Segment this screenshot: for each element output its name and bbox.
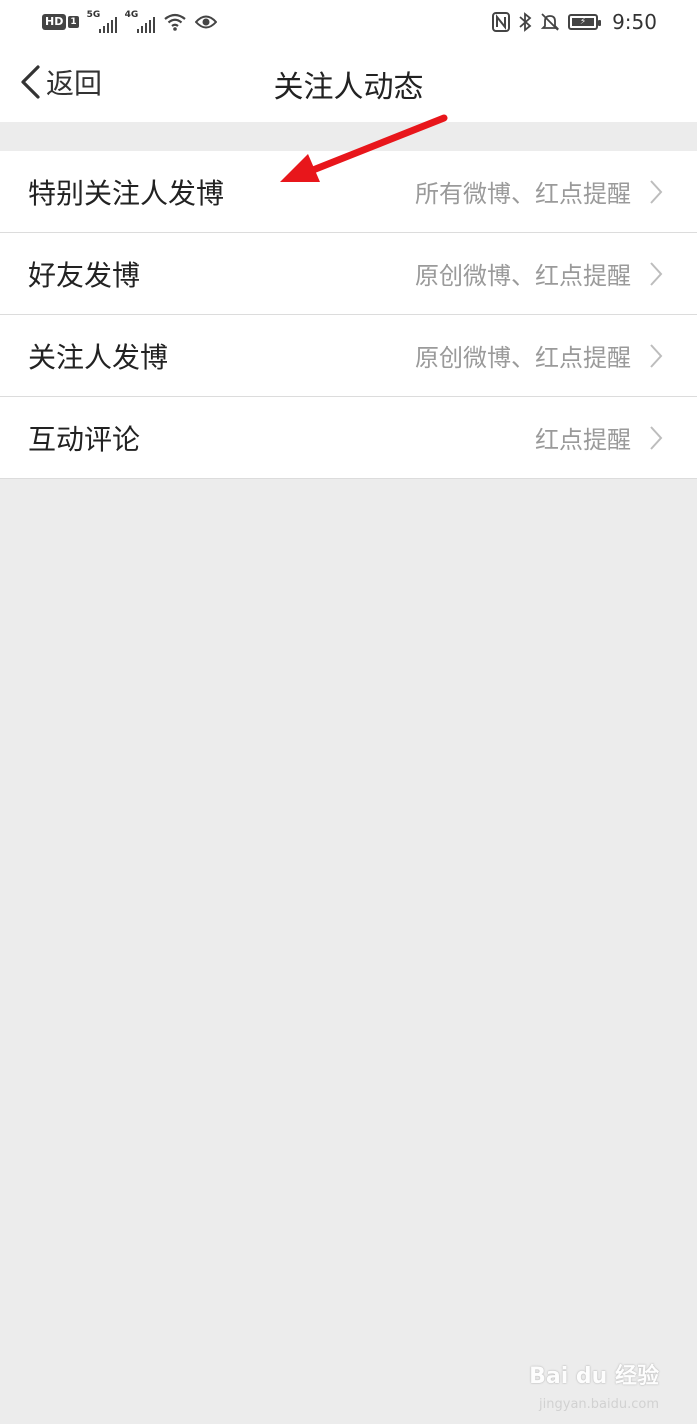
status-bar: HD 1 5G 4G ⚡ 9:50 — [0, 0, 697, 44]
battery-icon: ⚡ — [568, 14, 602, 30]
network-type-1: 5G — [86, 10, 101, 20]
row-friends-posts[interactable]: 好友发博 原创微博、红点提醒 — [0, 233, 697, 315]
row-value: 原创微博、红点提醒 — [415, 344, 631, 372]
nfc-icon — [492, 12, 511, 32]
mute-bell-icon — [540, 13, 560, 31]
sim-label: 1 — [68, 16, 79, 28]
chevron-right-icon — [650, 425, 663, 450]
signal-4g-icon: 4G — [124, 10, 155, 33]
status-bar-left: HD 1 5G 4G — [42, 10, 217, 33]
row-interaction-comments[interactable]: 互动评论 红点提醒 — [0, 397, 697, 479]
row-label: 好友发博 — [28, 258, 141, 292]
eye-comfort-icon — [194, 15, 217, 29]
bluetooth-icon — [519, 12, 532, 32]
chevron-right-icon — [650, 179, 663, 204]
row-value: 原创微博、红点提醒 — [415, 262, 631, 290]
network-type-2: 4G — [124, 10, 139, 20]
chevron-right-icon — [650, 343, 663, 368]
chevron-right-icon — [650, 261, 663, 286]
watermark-sub: jingyan.baidu.com — [539, 1397, 659, 1412]
charging-bolt-icon: ⚡ — [572, 18, 595, 27]
hd-call-icon: HD 1 — [42, 14, 79, 30]
row-label: 特别关注人发博 — [28, 176, 225, 210]
hd-label: HD — [42, 14, 67, 30]
row-label: 互动评论 — [28, 422, 141, 456]
signal-5g-icon: 5G — [86, 10, 117, 33]
status-bar-right: ⚡ 9:50 — [492, 10, 657, 34]
settings-list: 特别关注人发博 所有微博、红点提醒 好友发博 原创微博、红点提醒 关注人发博 原… — [0, 151, 697, 479]
page-title: 关注人动态 — [273, 70, 424, 105]
row-label: 关注人发博 — [28, 340, 169, 374]
watermark-text: Bai du 经验 — [529, 1364, 659, 1389]
status-time: 9:50 — [612, 10, 657, 34]
row-value: 红点提醒 — [535, 426, 631, 454]
row-followed-posts[interactable]: 关注人发博 原创微博、红点提醒 — [0, 315, 697, 397]
baidu-jingyan-watermark: Bai du 经验 jingyan.baidu.com — [529, 1358, 659, 1412]
wifi-icon — [163, 13, 186, 31]
red-arrow-annotation — [280, 114, 448, 182]
